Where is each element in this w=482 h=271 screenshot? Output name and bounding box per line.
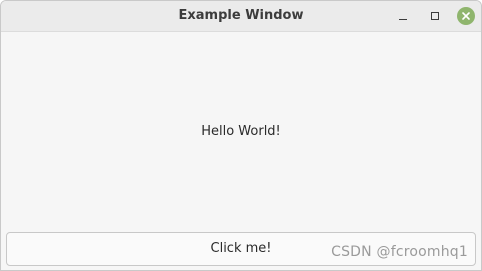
title-bar[interactable]: Example Window (1, 1, 481, 32)
maximize-button[interactable] (425, 6, 445, 26)
window-content: Hello World! Click me! (1, 32, 481, 270)
hello-label: Hello World! (201, 124, 281, 139)
close-icon (462, 12, 470, 20)
watermark-text: CSDN @fcroomhq1 (331, 244, 468, 260)
minimize-button[interactable] (393, 6, 413, 26)
close-button[interactable] (457, 7, 475, 25)
app-window: Example Window Hello World! Click me! (0, 0, 482, 271)
